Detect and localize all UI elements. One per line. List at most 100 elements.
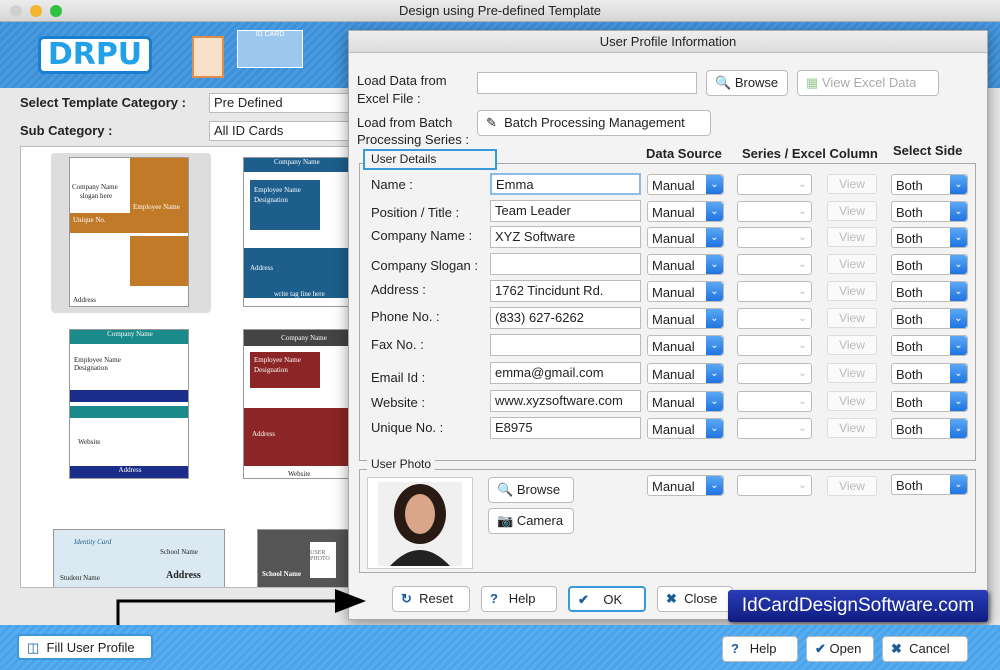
- template-thumbnail[interactable]: Company Name Employee Name Designation W…: [69, 329, 189, 479]
- chevron-down-icon: ⌄: [798, 313, 807, 324]
- data-source-select[interactable]: Manual ⌄: [647, 363, 724, 384]
- subcategory-select[interactable]: All ID Cards: [209, 121, 350, 141]
- field-input[interactable]: Team Leader: [490, 200, 641, 222]
- view-button[interactable]: View: [827, 227, 877, 247]
- chevron-down-icon: ⌄: [950, 228, 967, 247]
- data-source-select[interactable]: Manual ⌄: [647, 227, 724, 248]
- template-gallery[interactable]: Company Name slogan here Employee Name U…: [20, 146, 350, 588]
- field-input[interactable]: [490, 253, 641, 275]
- field-input[interactable]: www.xyzsoftware.com: [490, 390, 641, 412]
- select-side-select[interactable]: Both ⌄: [891, 201, 968, 222]
- batch-processing-button[interactable]: ✎ Batch Processing Management: [477, 110, 711, 136]
- field-input[interactable]: E8975: [490, 417, 641, 439]
- photo-side-select[interactable]: Both ⌄: [891, 474, 968, 495]
- series-column-select[interactable]: ⌄: [737, 174, 812, 195]
- camera-button[interactable]: 📷 Camera: [488, 508, 574, 534]
- view-button[interactable]: View: [827, 418, 877, 438]
- chevron-down-icon: ⌄: [798, 368, 807, 379]
- close-icon: ✖: [666, 591, 677, 606]
- category-select[interactable]: Pre Defined: [209, 93, 350, 113]
- data-source-select[interactable]: Manual ⌄: [647, 281, 724, 302]
- photo-view-button[interactable]: View: [827, 476, 877, 496]
- select-side-select[interactable]: Both ⌄: [891, 227, 968, 248]
- close-icon: ✖: [891, 641, 902, 656]
- data-source-select[interactable]: Manual ⌄: [647, 174, 724, 195]
- close-button[interactable]: ✖ Close: [657, 586, 733, 612]
- footer-help-button[interactable]: ? Help: [722, 636, 798, 662]
- chevron-down-icon: ⌄: [950, 175, 967, 194]
- view-button[interactable]: View: [827, 254, 877, 274]
- ok-button[interactable]: ✔ OK: [568, 586, 646, 612]
- chevron-down-icon: ⌄: [950, 282, 967, 301]
- help-icon: ?: [490, 591, 498, 606]
- chevron-down-icon: ⌄: [950, 202, 967, 221]
- view-button[interactable]: View: [827, 281, 877, 301]
- series-column-select[interactable]: ⌄: [737, 391, 812, 412]
- website-watermark: IdCardDesignSoftware.com: [728, 590, 988, 622]
- help-button[interactable]: ? Help: [481, 586, 557, 612]
- field-input[interactable]: XYZ Software: [490, 226, 641, 248]
- select-side-select[interactable]: Both ⌄: [891, 308, 968, 329]
- close-window-button[interactable]: [10, 5, 22, 17]
- excel-icon: ▦: [806, 75, 819, 90]
- chevron-down-icon: ⌄: [798, 179, 807, 190]
- series-column-select[interactable]: ⌄: [737, 418, 812, 439]
- series-column-select[interactable]: ⌄: [737, 227, 812, 248]
- field-label: Position / Title :: [371, 205, 460, 220]
- template-thumbnail[interactable]: School Name USER PHOTO: [257, 529, 349, 587]
- data-source-select[interactable]: Manual ⌄: [647, 308, 724, 329]
- select-side-select[interactable]: Both ⌄: [891, 281, 968, 302]
- view-button[interactable]: View: [827, 363, 877, 383]
- photo-browse-button[interactable]: 🔍 Browse: [488, 477, 574, 503]
- select-side-select[interactable]: Both ⌄: [891, 391, 968, 412]
- field-input[interactable]: 1762 Tincidunt Rd.: [490, 280, 641, 302]
- series-column-select[interactable]: ⌄: [737, 335, 812, 356]
- select-side-select[interactable]: Both ⌄: [891, 418, 968, 439]
- excel-label-2: Excel File :: [357, 91, 421, 106]
- data-source-select[interactable]: Manual ⌄: [647, 418, 724, 439]
- chevron-down-icon: ⌄: [706, 309, 723, 328]
- zoom-window-button[interactable]: [50, 5, 62, 17]
- series-column-select[interactable]: ⌄: [737, 201, 812, 222]
- check-icon: ✔: [815, 641, 826, 656]
- chevron-down-icon: ⌄: [706, 336, 723, 355]
- field-input[interactable]: [490, 334, 641, 356]
- chevron-down-icon: ⌄: [706, 282, 723, 301]
- select-side-select[interactable]: Both ⌄: [891, 363, 968, 384]
- select-side-select[interactable]: Both ⌄: [891, 254, 968, 275]
- field-input[interactable]: emma@gmail.com: [490, 362, 641, 384]
- photo-data-source-select[interactable]: Manual ⌄: [647, 475, 724, 496]
- field-input[interactable]: (833) 627-6262: [490, 307, 641, 329]
- field-input[interactable]: Emma: [490, 173, 641, 195]
- excel-label: Load Data from: [357, 73, 447, 88]
- cancel-button[interactable]: ✖ Cancel: [882, 636, 968, 662]
- minimize-window-button[interactable]: [30, 5, 42, 17]
- select-side-select[interactable]: Both ⌄: [891, 174, 968, 195]
- reset-button[interactable]: ↻ Reset: [392, 586, 470, 612]
- data-source-select[interactable]: Manual ⌄: [647, 391, 724, 412]
- view-button[interactable]: View: [827, 335, 877, 355]
- template-thumbnail[interactable]: Identity Card School Name Student Name A…: [53, 529, 225, 587]
- excel-file-input[interactable]: [477, 72, 697, 94]
- data-source-select[interactable]: Manual ⌄: [647, 254, 724, 275]
- template-thumbnail[interactable]: Company Name Employee Name Designation A…: [243, 329, 349, 479]
- select-side-select[interactable]: Both ⌄: [891, 335, 968, 356]
- view-button[interactable]: View: [827, 308, 877, 328]
- series-column-select[interactable]: ⌄: [737, 281, 812, 302]
- view-button[interactable]: View: [827, 391, 877, 411]
- view-excel-data-button[interactable]: ▦ View Excel Data: [797, 70, 939, 96]
- open-button[interactable]: ✔ Open: [806, 636, 874, 662]
- data-source-select[interactable]: Manual ⌄: [647, 335, 724, 356]
- chevron-down-icon: ⌄: [706, 476, 723, 495]
- view-button[interactable]: View: [827, 174, 877, 194]
- series-column-select[interactable]: ⌄: [737, 363, 812, 384]
- series-column-select[interactable]: ⌄: [737, 308, 812, 329]
- template-thumbnail[interactable]: Company Name Employee Name Designation A…: [243, 157, 349, 307]
- view-button[interactable]: View: [827, 201, 877, 221]
- data-source-select[interactable]: Manual ⌄: [647, 201, 724, 222]
- fill-user-profile-button[interactable]: ◫ Fill User Profile: [17, 634, 153, 660]
- photo-series-select[interactable]: ⌄: [737, 475, 812, 496]
- template-thumbnail[interactable]: Company Name slogan here Employee Name U…: [69, 157, 189, 307]
- series-column-select[interactable]: ⌄: [737, 254, 812, 275]
- excel-browse-button[interactable]: 🔍 Browse: [706, 70, 788, 96]
